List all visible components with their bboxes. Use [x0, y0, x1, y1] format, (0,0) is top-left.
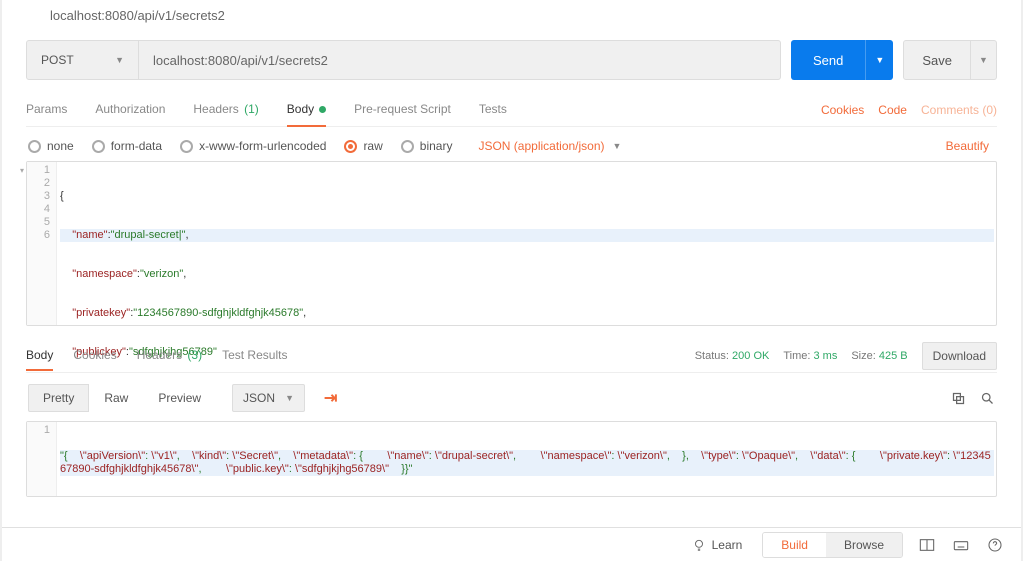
response-format-select[interactable]: JSON ▼ — [232, 384, 305, 412]
response-tab-tests[interactable]: Test Results — [222, 342, 287, 370]
tab-params[interactable]: Params — [26, 94, 67, 126]
content-type-select[interactable]: JSON (application/json) ▼ — [478, 139, 621, 153]
build-mode-button[interactable]: Build — [763, 533, 826, 557]
mode-toggle: Build Browse — [762, 532, 903, 558]
tab-body-label: Body — [287, 102, 314, 116]
editor-code[interactable]: "{ \"apiVersion\": \"v1\", \"kind\": \"S… — [57, 422, 996, 496]
copy-response-icon[interactable] — [951, 391, 966, 406]
radio-icon — [401, 140, 414, 153]
radio-icon — [180, 140, 193, 153]
request-input-group: POST ▼ — [26, 40, 781, 80]
response-tab-cookies[interactable]: Cookies — [73, 342, 116, 370]
code-link[interactable]: Code — [878, 103, 907, 117]
body-option-formdata[interactable]: form-data — [92, 139, 162, 153]
response-tab-headers[interactable]: Headers (3) — [137, 342, 202, 370]
response-format-label: JSON — [243, 391, 275, 405]
editor-gutter: 1 2 3 4 5 6 — [27, 162, 57, 325]
radio-icon — [92, 140, 105, 153]
body-option-none[interactable]: none — [28, 139, 74, 153]
http-method-value: POST — [41, 53, 74, 67]
comments-link[interactable]: Comments (0) — [921, 103, 997, 117]
status-value: 200 OK — [732, 350, 769, 362]
tab-tests[interactable]: Tests — [479, 94, 507, 126]
response-tab-headers-count: (3) — [187, 348, 202, 362]
tab-headers-label: Headers — [193, 102, 238, 116]
tab-prerequest-script[interactable]: Pre-request Script — [354, 94, 451, 126]
wrap-lines-button[interactable]: ⇥ — [315, 383, 346, 413]
view-raw-button[interactable]: Raw — [89, 384, 143, 412]
caret-down-icon: ▼ — [285, 393, 294, 403]
editor-code[interactable]: { "name":"drupal-secret|", "namespace":"… — [57, 162, 996, 325]
radio-icon — [28, 140, 41, 153]
send-button[interactable]: Send — [791, 40, 865, 80]
save-dropdown-button[interactable]: ▼ — [971, 40, 997, 80]
editor-gutter: 1 — [27, 422, 57, 496]
status-label: Status: — [695, 350, 729, 362]
learn-label: Learn — [712, 538, 743, 552]
cookies-link[interactable]: Cookies — [821, 103, 864, 117]
status-bar: Learn Build Browse — [2, 527, 1021, 561]
lightbulb-icon — [692, 538, 706, 552]
download-button[interactable]: Download — [922, 342, 997, 370]
search-response-icon[interactable] — [980, 391, 995, 406]
tab-body[interactable]: Body — [287, 94, 326, 126]
time-value: 3 ms — [814, 350, 838, 362]
request-body-editor[interactable]: 1 2 3 4 5 6 { "name":"drupal-secret|", "… — [26, 161, 997, 326]
help-icon[interactable] — [985, 535, 1005, 555]
save-button[interactable]: Save — [903, 40, 971, 80]
tab-headers[interactable]: Headers (1) — [193, 94, 258, 126]
browse-mode-button[interactable]: Browse — [826, 533, 902, 557]
caret-down-icon: ▼ — [115, 55, 124, 65]
body-option-none-label: none — [47, 139, 74, 153]
body-option-formdata-label: form-data — [111, 139, 162, 153]
beautify-link[interactable]: Beautify — [946, 139, 989, 153]
body-option-xwww-label: x-www-form-urlencoded — [199, 139, 326, 153]
response-tab-body[interactable]: Body — [26, 342, 53, 370]
tab-url-display: localhost:8080/api/v1/secrets2 — [2, 0, 1021, 38]
content-type-label: JSON (application/json) — [478, 139, 604, 153]
body-option-raw-label: raw — [363, 139, 382, 153]
send-dropdown-button[interactable]: ▼ — [865, 40, 893, 80]
tab-authorization[interactable]: Authorization — [95, 94, 165, 126]
caret-down-icon: ▼ — [613, 141, 622, 151]
request-url-input[interactable] — [139, 41, 780, 79]
response-body-editor[interactable]: 1 "{ \"apiVersion\": \"v1\", \"kind\": \… — [26, 421, 997, 497]
view-pretty-button[interactable]: Pretty — [28, 384, 89, 412]
size-label: Size: — [851, 350, 875, 362]
size-value: 425 B — [879, 350, 908, 362]
time-label: Time: — [783, 350, 810, 362]
tab-body-indicator-icon — [319, 106, 326, 113]
http-method-select[interactable]: POST ▼ — [27, 41, 139, 79]
view-preview-button[interactable]: Preview — [143, 384, 216, 412]
tab-headers-count: (1) — [244, 102, 259, 116]
body-option-raw[interactable]: raw — [344, 139, 382, 153]
radio-icon — [344, 140, 357, 153]
learn-button[interactable]: Learn — [692, 538, 743, 552]
body-option-binary-label: binary — [420, 139, 453, 153]
body-option-binary[interactable]: binary — [401, 139, 453, 153]
body-option-xwww[interactable]: x-www-form-urlencoded — [180, 139, 326, 153]
response-tab-headers-label: Headers — [137, 348, 182, 362]
two-pane-icon[interactable] — [917, 535, 937, 555]
keyboard-shortcuts-icon[interactable] — [951, 535, 971, 555]
